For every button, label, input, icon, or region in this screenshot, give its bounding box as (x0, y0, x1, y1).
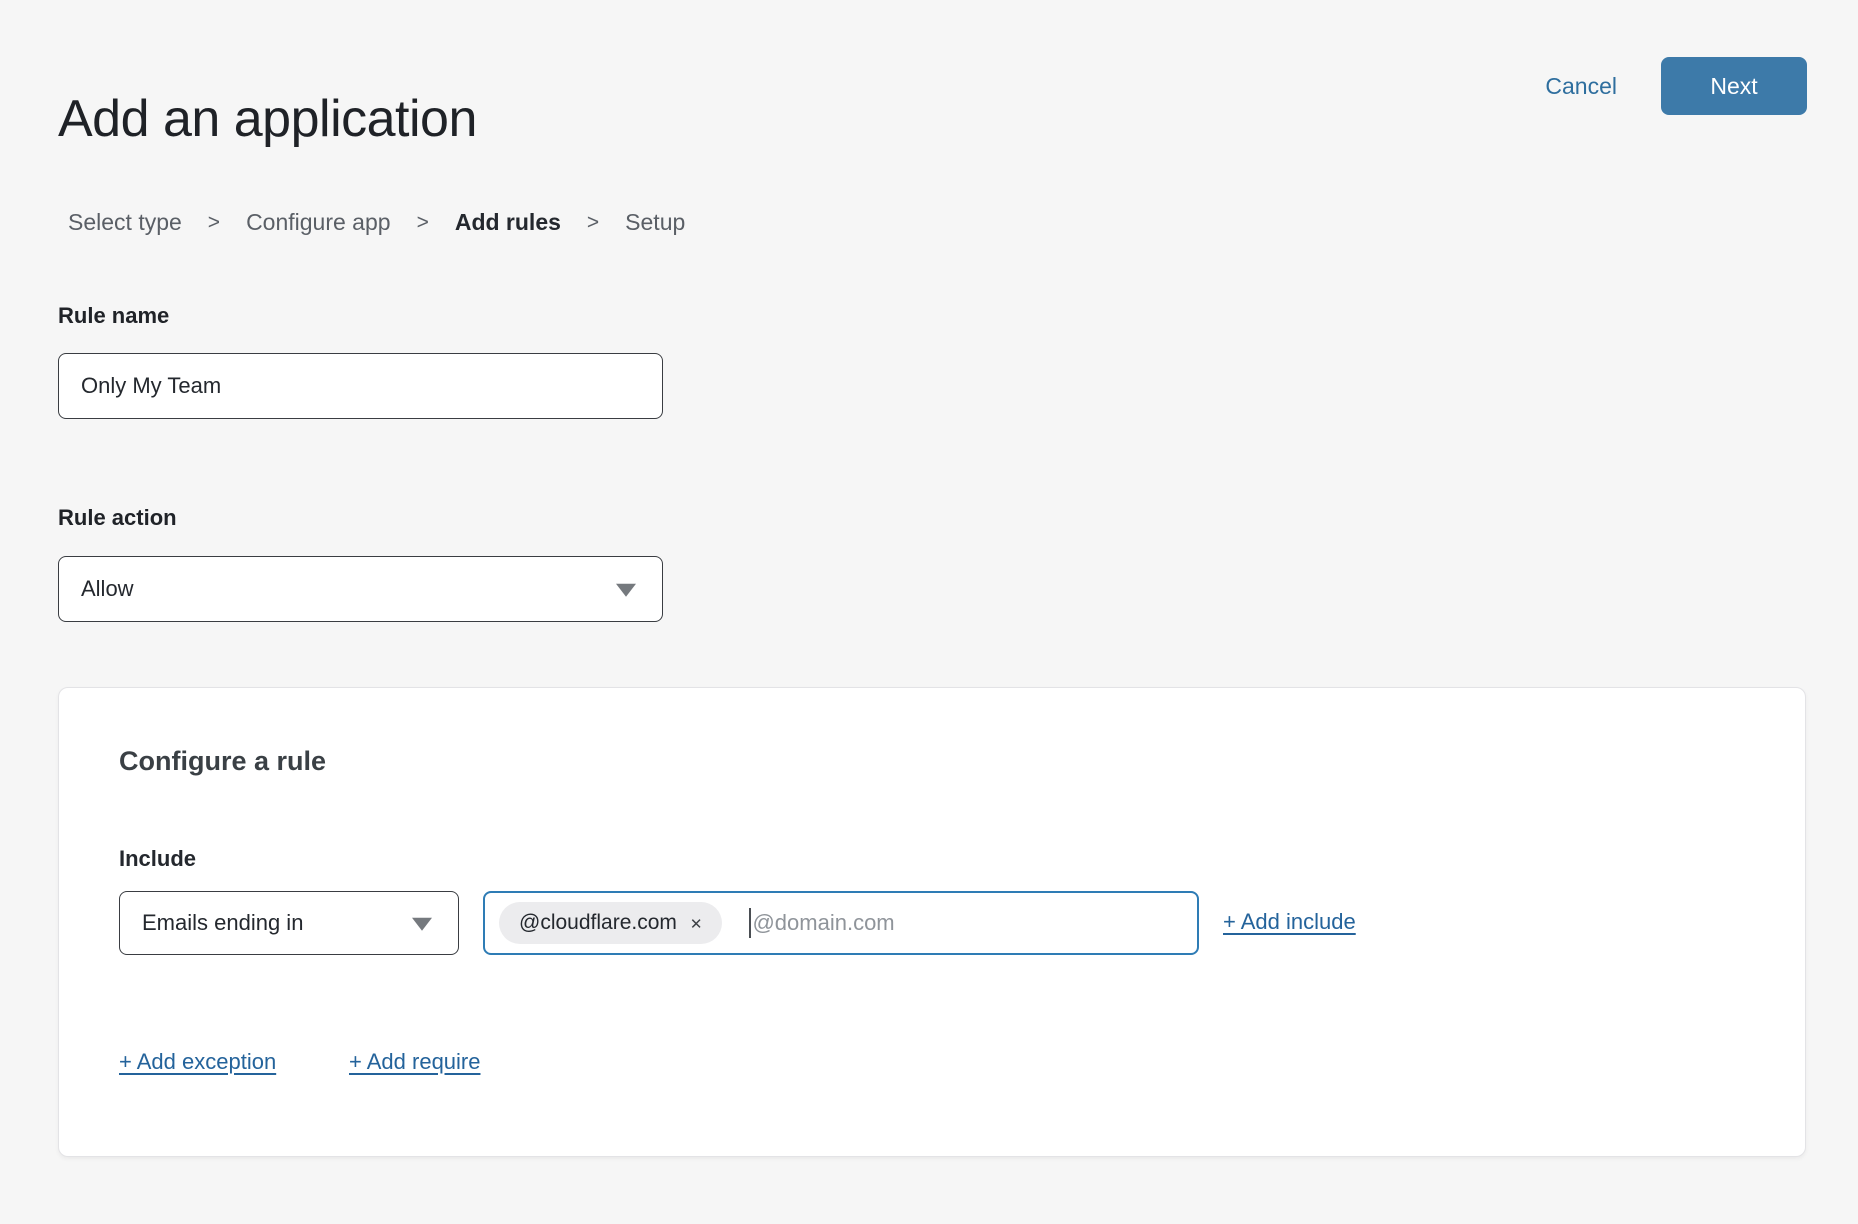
add-include-link[interactable]: + Add include (1223, 909, 1356, 935)
header-actions: Cancel Next (1545, 57, 1807, 115)
next-button[interactable]: Next (1661, 57, 1807, 115)
text-caret (749, 908, 751, 938)
include-selector[interactable]: Emails ending in (119, 891, 459, 955)
email-tag: @cloudflare.com ✕ (499, 902, 722, 944)
breadcrumb-separator: > (208, 211, 220, 235)
page-title: Add an application (58, 87, 477, 152)
email-tag-label: @cloudflare.com (519, 911, 677, 935)
step-setup[interactable]: Setup (625, 209, 685, 236)
rule-name-label: Rule name (58, 303, 169, 329)
configure-rule-card: Configure a rule Include Emails ending i… (58, 687, 1806, 1157)
breadcrumb-separator: > (417, 211, 429, 235)
chevron-down-icon (616, 584, 636, 597)
remove-tag-icon[interactable]: ✕ (690, 915, 703, 932)
step-configure-app[interactable]: Configure app (246, 209, 391, 236)
rule-action-value: Allow (81, 576, 134, 602)
add-require-link[interactable]: + Add require (349, 1049, 480, 1075)
email-domain-input[interactable]: @cloudflare.com ✕ @domain.com (483, 891, 1199, 955)
breadcrumb: Select type > Configure app > Add rules … (68, 209, 685, 236)
add-application-page: Add an application Cancel Next Select ty… (0, 0, 1858, 1224)
rule-action-label: Rule action (58, 505, 177, 531)
rule-name-input[interactable] (58, 353, 663, 419)
include-selector-value: Emails ending in (142, 910, 303, 936)
add-exception-link[interactable]: + Add exception (119, 1049, 276, 1075)
card-title: Configure a rule (119, 746, 326, 777)
step-add-rules[interactable]: Add rules (455, 209, 561, 236)
email-domain-placeholder: @domain.com (752, 910, 894, 936)
step-select-type[interactable]: Select type (68, 209, 182, 236)
include-label: Include (119, 846, 196, 872)
breadcrumb-separator: > (587, 211, 599, 235)
rule-action-select[interactable]: Allow (58, 556, 663, 622)
cancel-button[interactable]: Cancel (1545, 73, 1617, 100)
chevron-down-icon (412, 918, 432, 931)
